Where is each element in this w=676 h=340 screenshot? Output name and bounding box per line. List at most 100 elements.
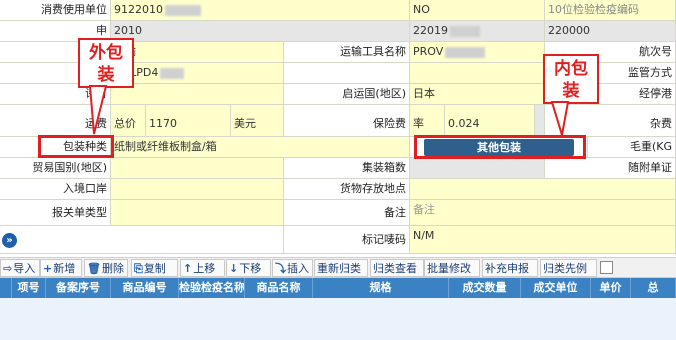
- label-trade-country: 贸易国别(地区): [0, 158, 111, 179]
- vehicle-name-field[interactable]: PROV: [410, 42, 545, 63]
- empty-cell: [284, 63, 410, 84]
- customs-code-field: 220000: [545, 21, 676, 42]
- toolbar-button-5[interactable]: ↓下移: [226, 259, 271, 277]
- trade-country-field[interactable]: [111, 158, 284, 179]
- arrow-down-icon: ↓: [229, 262, 239, 275]
- table-header-cell[interactable]: 总: [631, 278, 676, 298]
- toolbar-button-label: 归类查看: [373, 262, 417, 275]
- vehicle-name-value: PROV: [413, 45, 444, 58]
- toolbar-button-11[interactable]: 归类先例: [540, 259, 597, 277]
- redacted-block: [160, 67, 185, 79]
- highlight-package-type: [38, 135, 114, 158]
- toolbar-checkbox[interactable]: [600, 261, 613, 274]
- table-header-cell[interactable]: 商品编号: [111, 278, 179, 298]
- callout-outer-text: 外包装: [89, 43, 123, 85]
- toolbar-button-1[interactable]: +新增: [40, 259, 82, 277]
- arrow-up-icon: ↑: [183, 262, 193, 275]
- toolbar-button-9[interactable]: 批量修改: [424, 259, 480, 277]
- consumer-unit-field[interactable]: 9122010: [111, 0, 410, 21]
- container-count-field: [410, 158, 545, 179]
- redacted-block: [450, 25, 480, 37]
- storage-location-field[interactable]: [410, 179, 676, 200]
- toolbar-button-4[interactable]: ↑上移: [180, 259, 225, 277]
- label-gross-weight: 毛重(KG: [588, 137, 676, 158]
- bill-extra-field[interactable]: [410, 63, 545, 84]
- import-icon: ⇨: [3, 262, 13, 275]
- freight-amount-field[interactable]: 1170: [146, 105, 231, 137]
- copy-icon: ⎘: [134, 262, 143, 275]
- trash-icon: 🗑: [87, 262, 101, 275]
- toolbar-button-3[interactable]: ⎘复制: [131, 259, 178, 277]
- inspection-code-field[interactable]: 10位检验检疫编码: [545, 0, 676, 21]
- form-row-8: 贸易国别(地区) 集装箱数 随附单证: [0, 158, 676, 179]
- transport-mode-field[interactable]: 运输: [111, 42, 284, 63]
- insurance-rate-field[interactable]: 0.024: [445, 105, 535, 137]
- toolbar-button-8[interactable]: 归类查看: [370, 259, 424, 277]
- toolbar-button-10[interactable]: 补充申报: [482, 259, 538, 277]
- declare-number-value: 22019: [413, 24, 448, 37]
- toolbar-button-label: 归类先例: [543, 262, 587, 275]
- label-consumer-unit: 消费使用单位: [0, 0, 111, 21]
- table-header-cell[interactable]: 商品名称: [245, 278, 313, 298]
- toolbar-button-label: 插入: [287, 262, 309, 275]
- highlight-other-package: [414, 135, 586, 159]
- no-field[interactable]: NO: [410, 0, 545, 21]
- form-row-11: 标记唛码 N/M: [0, 226, 676, 254]
- plus-icon: +: [43, 262, 53, 275]
- label-marks: 标记唛码: [284, 226, 410, 254]
- insert-icon: ⤵: [275, 262, 286, 275]
- toolbar-button-label: 新增: [53, 262, 76, 275]
- label-storage-location: 货物存放地点: [284, 179, 410, 200]
- toolbar-button-6[interactable]: ⤵插入: [272, 259, 313, 277]
- license-field[interactable]: [111, 84, 284, 105]
- table-header-cell[interactable]: 成交单位: [521, 278, 591, 298]
- label-declaration-type: 报关单类型: [0, 200, 111, 226]
- expand-cell: [0, 226, 284, 254]
- label-vehicle-name: 运输工具名称: [284, 42, 410, 63]
- table-header-cell[interactable]: 成交数量: [449, 278, 521, 298]
- form-row-1: 消费使用单位 9122010 NO 10位检验检疫编码: [0, 0, 676, 21]
- redacted-block: [445, 46, 486, 58]
- toolbar-button-label: 下移: [239, 262, 262, 275]
- form-row-10: 报关单类型 备注 备注: [0, 200, 676, 226]
- remarks-field[interactable]: 备注: [410, 200, 676, 226]
- toolbar-button-2[interactable]: 🗑删除: [84, 259, 128, 277]
- expand-more-icon[interactable]: »: [2, 233, 17, 248]
- label-container-count: 集装箱数: [284, 158, 410, 179]
- insurance-type-field[interactable]: 率: [410, 105, 445, 137]
- marks-field[interactable]: N/M: [410, 226, 676, 254]
- label-entry-port: 入境口岸: [0, 179, 111, 200]
- table-header-cell[interactable]: 备案序号: [46, 278, 111, 298]
- label-insurance: 保险费: [284, 105, 410, 137]
- callout-inner-arrow: [550, 101, 570, 136]
- table-header-cell[interactable]: 规格: [313, 278, 449, 298]
- toolbar-button-7[interactable]: 重新归类: [314, 259, 368, 277]
- declaration-type-field[interactable]: [111, 200, 284, 226]
- callout-inner-text: 内包装: [554, 59, 588, 101]
- freight-type-field[interactable]: 总价: [111, 105, 146, 137]
- callout-outer-arrow: [88, 85, 108, 135]
- table-header-cell[interactable]: 单价: [591, 278, 631, 298]
- callout-outer-packaging: 外包装: [78, 38, 134, 88]
- insurance-currency-field: [535, 105, 545, 137]
- departure-country-field[interactable]: 日本: [410, 84, 545, 105]
- toolbar-button-label: 上移: [193, 262, 216, 275]
- label-departure-country: 启运国(地区): [284, 84, 410, 105]
- items-table-header: 项号 备案序号 商品编号 检验检疫名称 商品名称 规格 成交数量 成交单位 单价总: [0, 278, 676, 298]
- freight-currency-field[interactable]: 美元: [231, 105, 284, 137]
- declare-number-field: 22019: [410, 21, 545, 42]
- consumer-unit-value: 9122010: [114, 3, 163, 16]
- toolbar-button-label: 删除: [101, 262, 124, 275]
- label-attached-docs: 随附单证: [545, 158, 676, 179]
- redacted-block: [165, 4, 201, 16]
- table-header-cell[interactable]: 项号: [12, 278, 46, 298]
- callout-inner-packaging: 内包装: [543, 54, 599, 104]
- package-type-field[interactable]: 纸制或纤维板制盒/箱: [111, 137, 410, 158]
- toolbar-button-label: 重新归类: [317, 262, 361, 275]
- entry-port-field[interactable]: [111, 179, 284, 200]
- bill-no-field[interactable]: RDLPD4: [111, 63, 284, 84]
- table-header-cell[interactable]: 检验检疫名称: [179, 278, 245, 298]
- toolbar-button-label: 导入: [13, 262, 36, 275]
- toolbar-button-0[interactable]: ⇨导入: [0, 259, 40, 277]
- label-remarks: 备注: [284, 200, 410, 226]
